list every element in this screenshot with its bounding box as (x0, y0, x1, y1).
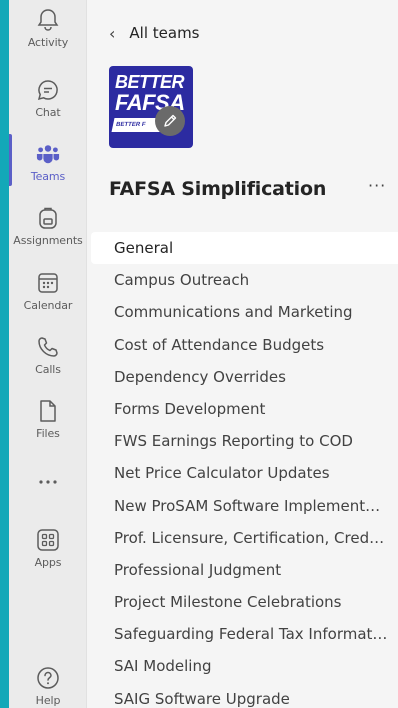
teams-icon (36, 142, 60, 166)
edit-pencil-icon[interactable] (155, 106, 185, 136)
backpack-icon (36, 206, 60, 230)
rail-item-label: Activity (27, 36, 69, 49)
all-teams-back-link[interactable]: ‹ All teams (109, 22, 200, 44)
rail-item-label: Apps (34, 556, 62, 569)
team-name: FAFSA Simplification (109, 178, 327, 200)
channel-item[interactable]: Project Milestone Celebrations (87, 586, 398, 618)
team-logo[interactable]: BETTER FAFSA BETTER F (109, 66, 193, 148)
rail-item-more[interactable] (9, 468, 87, 532)
rail-item-calls[interactable]: Calls (9, 335, 87, 399)
channel-item-selected[interactable]: General (91, 232, 398, 265)
rail-item-label: Assignments (13, 234, 83, 247)
channel-item[interactable]: Safeguarding Federal Tax Information (87, 618, 398, 650)
rail-item-assignments[interactable]: Assignments (9, 206, 87, 270)
phone-icon (36, 335, 60, 359)
channel-item[interactable]: SAI Modeling (87, 650, 398, 682)
rail-item-activity[interactable]: Activity (9, 8, 87, 72)
channel-item[interactable]: Cost of Attendance Budgets (87, 329, 398, 361)
rail-item-calendar[interactable]: Calendar (9, 271, 87, 335)
channel-list: General Campus Outreach Communications and… (87, 232, 398, 708)
rail-item-label: Teams (30, 170, 66, 183)
rail-item-apps[interactable]: Apps (9, 528, 87, 592)
channel-item[interactable]: Net Price Calculator Updates (87, 457, 398, 489)
rail-item-label: Calls (35, 363, 61, 376)
file-icon (36, 399, 60, 423)
rail-item-teams[interactable]: Teams (9, 142, 87, 206)
channel-item[interactable]: New ProSAM Software Implementation (87, 490, 398, 522)
channel-item[interactable]: Dependency Overrides (87, 361, 398, 393)
team-panel: ‹ All teams BETTER FAFSA BETTER F FAFSA … (87, 0, 398, 708)
back-label: All teams (129, 24, 200, 42)
rail-item-help[interactable]: Help (9, 666, 87, 708)
channel-item[interactable]: Campus Outreach (87, 264, 398, 296)
rail-item-label: Help (35, 694, 61, 707)
help-icon (36, 666, 60, 690)
more-icon (36, 468, 60, 492)
channel-item[interactable]: Prof. Licensure, Certification, Credenti… (87, 522, 398, 554)
channel-item[interactable]: Professional Judgment (87, 554, 398, 586)
rail-item-files[interactable]: Files (9, 399, 87, 463)
rail-item-chat[interactable]: Chat (9, 78, 87, 142)
apps-icon (36, 528, 60, 552)
rail-item-label: Calendar (23, 299, 73, 312)
channel-item[interactable]: Forms Development (87, 393, 398, 425)
calendar-icon (36, 271, 60, 295)
app-rail: Activity Chat Teams Assignments Calendar… (9, 0, 87, 708)
channel-item[interactable]: FWS Earnings Reporting to COD (87, 425, 398, 457)
channel-item[interactable]: SAIG Software Upgrade (87, 683, 398, 708)
rail-item-label: Chat (35, 106, 61, 119)
chevron-left-icon: ‹ (109, 23, 116, 43)
bell-icon (36, 8, 60, 32)
chat-icon (36, 78, 60, 102)
team-more-options-button[interactable]: ··· (368, 176, 386, 195)
rail-item-label: Files (36, 427, 60, 440)
channel-item[interactable]: Communications and Marketing (87, 296, 398, 328)
